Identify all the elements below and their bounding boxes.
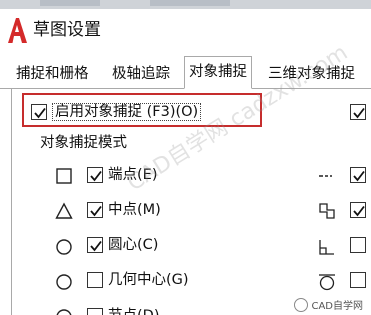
circle-icon [56,309,72,315]
node-checkbox[interactable] [87,308,103,315]
triangle-icon [55,202,73,219]
extension-icon [319,175,332,177]
midpoint-checkbox[interactable] [87,202,103,218]
enable-object-snap-label: 启用对象捕捉 (F3)(O) [52,102,202,122]
tangent-checkbox[interactable] [350,272,366,288]
geometric-center-label: 几何中心(G) [108,272,189,288]
circle-icon [56,274,72,290]
wechat-icon [294,297,309,312]
watermark-brand: CAD自学网 [294,297,363,312]
watermark-brand-text: CAD自学网 [311,301,363,312]
endpoint-checkbox[interactable] [87,167,103,183]
perpendicular-checkbox[interactable] [350,237,366,253]
insertion-checkbox[interactable] [350,202,366,218]
tab-snap-grid[interactable]: 捕捉和栅格 [12,60,93,89]
panel-border [11,89,12,315]
background-window-strip [0,0,371,9]
object-snap-tracking-checkbox[interactable] [350,104,366,120]
center-label: 圆心(C) [108,237,159,253]
square-icon [56,168,72,184]
tangent-icon [319,274,335,291]
geometric-center-checkbox[interactable] [87,272,103,288]
window-title: 草图设置 [33,20,101,40]
perpendicular-icon [319,240,334,255]
node-label: 节点(D) [108,306,159,315]
insertion-icon [319,203,335,219]
enable-object-snap-text: 启用对象捕捉 (F3)(O) [52,103,202,121]
tab-object-snap[interactable]: 对象捕捉 [184,56,252,89]
enable-object-snap-checkbox[interactable] [31,104,47,120]
autocad-logo-icon [8,18,27,43]
midpoint-label: 中点(M) [108,202,161,218]
tab-polar-tracking[interactable]: 极轴追踪 [108,60,174,89]
snap-modes-group-label: 对象捕捉模式 [40,135,127,151]
extension-checkbox[interactable] [350,167,366,183]
circle-icon [56,239,72,255]
center-checkbox[interactable] [87,237,103,253]
